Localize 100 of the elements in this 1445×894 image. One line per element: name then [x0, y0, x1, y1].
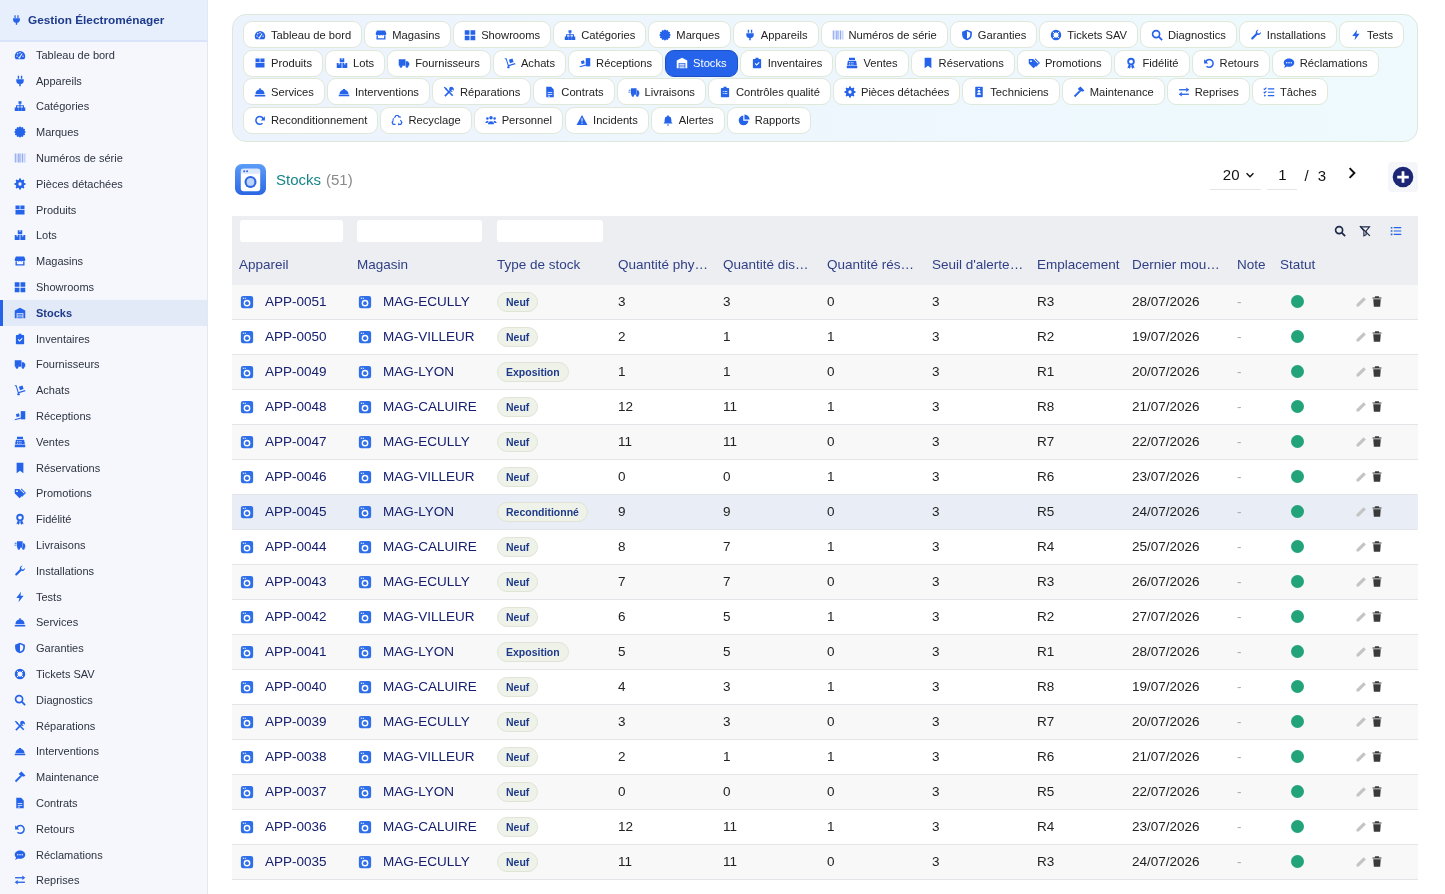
nav-tab[interactable]: Retours — [1191, 49, 1270, 77]
store-link[interactable]: MAG-ECULLY — [383, 574, 470, 589]
sidebar-item[interactable]: Showrooms — [0, 274, 207, 300]
trash-icon[interactable] — [1371, 365, 1383, 378]
sidebar-item[interactable]: Installations — [0, 557, 207, 584]
device-link[interactable]: APP-0045 — [265, 504, 327, 519]
nav-tab[interactable]: Livraisons — [616, 78, 706, 105]
sidebar-item[interactable]: Pièces détachées — [0, 171, 207, 197]
add-button[interactable] — [1388, 162, 1418, 192]
device-link[interactable]: APP-0042 — [265, 609, 327, 624]
list-icon[interactable] — [1390, 224, 1402, 237]
store-link[interactable]: MAG-LYON — [383, 784, 454, 799]
store-link[interactable]: MAG-VILLEUR — [383, 329, 475, 344]
device-link[interactable]: APP-0035 — [265, 854, 327, 869]
sidebar-item[interactable]: Interventions — [0, 738, 207, 765]
nav-tab[interactable]: Stocks — [665, 49, 738, 77]
store-link[interactable]: MAG-ECULLY — [383, 714, 470, 729]
nav-tab[interactable]: Reprises — [1166, 78, 1250, 105]
sidebar-item[interactable]: Reprises — [0, 867, 207, 894]
table-row[interactable]: APP-0035 MAG-ECULLY Neuf 11 11 0 3 R3 24/07/2026 - — [232, 844, 1418, 880]
trash-icon[interactable] — [1371, 540, 1383, 553]
nav-tab[interactable]: Diagnostics — [1140, 21, 1237, 48]
device-link[interactable]: APP-0038 — [265, 749, 327, 764]
trash-icon[interactable] — [1371, 610, 1383, 623]
sidebar-item[interactable]: Produits — [0, 196, 207, 223]
sidebar-item[interactable]: Tests — [0, 583, 207, 610]
sidebar-item[interactable]: Promotions — [0, 480, 207, 507]
trash-icon[interactable] — [1371, 575, 1383, 588]
sidebar-item[interactable]: Inventaires — [0, 325, 207, 352]
nav-tab[interactable]: Alertes — [650, 106, 725, 134]
nav-tab[interactable]: Maintenance — [1061, 78, 1165, 105]
device-link[interactable]: APP-0041 — [265, 644, 327, 659]
device-link[interactable]: APP-0046 — [265, 469, 327, 484]
nav-tab[interactable]: Tickets SAV — [1039, 21, 1138, 48]
sidebar-item[interactable]: Diagnostics — [0, 686, 207, 713]
trash-icon[interactable] — [1371, 855, 1383, 868]
trash-icon[interactable] — [1371, 750, 1383, 763]
table-row[interactable]: APP-0041 MAG-LYON Exposition 5 5 0 3 R1 28/07/2026 - — [232, 634, 1418, 670]
store-link[interactable]: MAG-VILLEUR — [383, 469, 475, 484]
nav-tab[interactable]: Recyclage — [380, 106, 472, 134]
nav-tab[interactable]: Appareils — [732, 21, 819, 48]
nav-tab[interactable]: Tableau de bord — [243, 21, 363, 48]
sidebar-item[interactable]: Marques — [0, 119, 207, 146]
sidebar-item[interactable]: Contrats — [0, 790, 207, 816]
page-input[interactable]: 1 — [1267, 160, 1298, 190]
table-row[interactable]: APP-0037 MAG-LYON Neuf 0 0 0 3 R5 22/07/2026 - — [232, 774, 1418, 810]
trash-icon[interactable] — [1371, 820, 1383, 833]
trash-icon[interactable] — [1371, 505, 1383, 518]
sidebar-item[interactable]: Numéros de série — [0, 145, 207, 171]
device-link[interactable]: APP-0040 — [265, 679, 327, 694]
trash-icon[interactable] — [1371, 680, 1383, 693]
nav-tab[interactable]: Showrooms — [453, 21, 552, 48]
nav-tab[interactable]: Techniciens — [962, 78, 1060, 105]
nav-tab[interactable]: Magasins — [364, 21, 452, 48]
nav-tab[interactable]: Reconditionnement — [243, 106, 379, 134]
sidebar-item[interactable]: Services — [0, 609, 207, 636]
nav-tab[interactable]: Incidents — [565, 106, 649, 134]
filter-off-icon[interactable] — [1359, 224, 1371, 237]
sidebar-item[interactable]: Lots — [0, 222, 207, 249]
sidebar-item[interactable]: Ventes — [0, 428, 207, 455]
nav-tab[interactable]: Tâches — [1251, 78, 1328, 105]
store-link[interactable]: MAG-ECULLY — [383, 434, 470, 449]
trash-icon[interactable] — [1371, 645, 1383, 658]
trash-icon[interactable] — [1371, 470, 1383, 483]
nav-tab[interactable]: Rapports — [726, 106, 812, 134]
sidebar-item[interactable]: Fournisseurs — [0, 351, 207, 378]
sidebar-item[interactable]: Garanties — [0, 635, 207, 662]
nav-tab[interactable]: Promotions — [1016, 49, 1113, 77]
nav-tab[interactable]: Réparations — [431, 78, 532, 105]
store-link[interactable]: MAG-LYON — [383, 364, 454, 379]
device-link[interactable]: APP-0043 — [265, 574, 327, 589]
trash-icon[interactable] — [1371, 785, 1383, 798]
nav-tab[interactable]: Numéros de série — [820, 21, 948, 48]
nav-tab[interactable]: Réclamations — [1271, 49, 1379, 77]
table-row[interactable]: APP-0045 MAG-LYON Reconditionné 9 9 0 3 R5 24/07/2026 - — [232, 494, 1418, 530]
store-link[interactable]: MAG-LYON — [383, 504, 454, 519]
nav-tab[interactable]: Inventaires — [739, 49, 834, 77]
nav-tab[interactable]: Tests — [1338, 21, 1405, 48]
device-link[interactable]: APP-0047 — [265, 434, 327, 449]
table-row[interactable]: APP-0043 MAG-ECULLY Neuf 7 7 0 3 R3 26/07/2026 - — [232, 564, 1418, 600]
nav-tab[interactable]: Marques — [648, 21, 731, 48]
nav-tab[interactable]: Installations — [1238, 21, 1337, 48]
sidebar-item[interactable]: Fidélité — [0, 506, 207, 533]
sidebar-item[interactable]: Réservations — [0, 454, 207, 481]
store-link[interactable]: MAG-CALUIRE — [383, 399, 477, 414]
nav-tab[interactable]: Fournisseurs — [387, 49, 491, 77]
sidebar-item[interactable]: Réparations — [0, 712, 207, 739]
device-link[interactable]: APP-0036 — [265, 819, 327, 834]
device-link[interactable]: APP-0037 — [265, 784, 327, 799]
nav-tab[interactable]: Services — [243, 78, 325, 105]
store-link[interactable]: MAG-VILLEUR — [383, 609, 475, 624]
store-link[interactable]: MAG-ECULLY — [383, 854, 470, 869]
nav-tab[interactable]: Produits — [243, 49, 324, 77]
nav-tab[interactable]: Personnel — [473, 106, 564, 134]
store-link[interactable]: MAG-CALUIRE — [383, 679, 477, 694]
table-row[interactable]: APP-0049 MAG-LYON Exposition 1 1 0 3 R1 20/07/2026 - — [232, 354, 1418, 390]
nav-tab[interactable]: Pièces détachées — [832, 78, 961, 105]
nav-tab[interactable]: Catégories — [553, 21, 647, 48]
sidebar-item[interactable]: Appareils — [0, 67, 207, 94]
sidebar-item[interactable]: Tableau de bord — [0, 42, 207, 68]
